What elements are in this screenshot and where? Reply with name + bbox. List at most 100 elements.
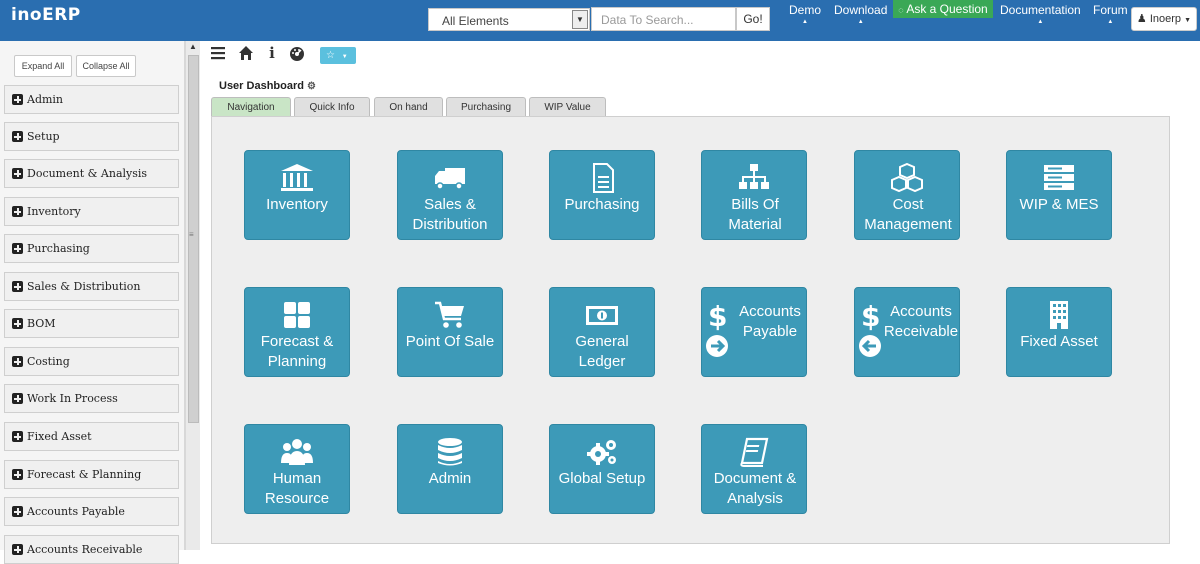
caret-up-icon: ▲ bbox=[802, 19, 808, 25]
tile-forecast-planning[interactable]: Forecast & Planning bbox=[244, 287, 350, 377]
sidebar-item-label: Work In Process bbox=[27, 392, 118, 405]
sidebar-item-purchasing[interactable]: Purchasing bbox=[4, 234, 179, 263]
plus-square-icon bbox=[12, 94, 23, 105]
nav-forum[interactable]: Forum ▲ bbox=[1093, 3, 1128, 25]
sidebar-item-label: Forecast & Planning bbox=[27, 468, 142, 481]
sidebar-item-setup[interactable]: Setup bbox=[4, 122, 179, 151]
sidebar-item-forecast-planning[interactable]: Forecast & Planning bbox=[4, 460, 179, 489]
nav-documentation[interactable]: Documentation ▲ bbox=[1000, 3, 1081, 25]
tab-wip-value[interactable]: WIP Value bbox=[529, 97, 606, 117]
sidebar-item-label: Purchasing bbox=[27, 242, 90, 255]
document-icon bbox=[593, 163, 614, 193]
plus-square-icon bbox=[12, 131, 23, 142]
dollar-arrow-left-icon: $ bbox=[859, 300, 881, 357]
scroll-up-icon[interactable]: ▲ bbox=[189, 42, 197, 51]
tile-accounts-payable[interactable]: $ Accounts Payable bbox=[701, 287, 807, 377]
tile-label: General Ledger bbox=[575, 333, 629, 370]
tile-label: Accounts Payable bbox=[739, 303, 801, 340]
tile-point-of-sale[interactable]: Point Of Sale bbox=[397, 287, 503, 377]
user-menu-button[interactable]: ♟ Inoerp ▼ bbox=[1131, 7, 1197, 31]
sidebar-item-bom[interactable]: BOM bbox=[4, 309, 179, 338]
money-icon bbox=[586, 306, 618, 325]
grid-icon bbox=[284, 302, 310, 328]
tile-cost-management[interactable]: Cost Management bbox=[854, 150, 960, 240]
tile-label: Forecast & Planning bbox=[260, 333, 334, 370]
book-icon bbox=[740, 437, 769, 467]
search-category-select[interactable]: All Elements ▼ bbox=[428, 8, 590, 31]
tile-bills-of-material[interactable]: Bills Of Material bbox=[701, 150, 807, 240]
sidebar-item-fixed-asset[interactable]: Fixed Asset bbox=[4, 422, 179, 451]
page-title-text: User Dashboard bbox=[219, 80, 304, 92]
sidebar-item-inventory[interactable]: Inventory bbox=[4, 197, 179, 226]
sidebar-item-costing[interactable]: Costing bbox=[4, 347, 179, 376]
comments-icon: ◌ bbox=[898, 5, 904, 15]
ask-question-button[interactable]: ◌ Ask a Question bbox=[893, 0, 993, 18]
tile-document-analysis[interactable]: Document & Analysis bbox=[701, 424, 807, 514]
tile-label: Fixed Asset bbox=[1020, 333, 1098, 350]
nav-download[interactable]: Download ▲ bbox=[834, 3, 887, 25]
plus-square-icon bbox=[12, 206, 23, 217]
tile-admin[interactable]: Admin bbox=[397, 424, 503, 514]
caret-down-icon: ▼ bbox=[341, 54, 348, 60]
ask-question-label: Ask a Question bbox=[906, 2, 988, 16]
search-category-value: All Elements bbox=[442, 14, 509, 28]
sidebar-item-label: Admin bbox=[27, 93, 64, 106]
tile-label: Inventory bbox=[266, 196, 328, 213]
tile-label: Cost Management bbox=[864, 196, 952, 233]
server-icon bbox=[1044, 165, 1074, 190]
sidebar-item-label: Sales & Distribution bbox=[27, 280, 141, 293]
nav-forum-label: Forum bbox=[1093, 3, 1128, 17]
sidebar-scrollbar[interactable]: ▲ ≡ bbox=[185, 41, 200, 550]
search-input[interactable]: Data To Search... bbox=[591, 7, 736, 31]
gears-icon bbox=[587, 440, 616, 465]
sidebar-item-accounts-payable[interactable]: Accounts Payable bbox=[4, 497, 179, 526]
grip-icon: ≡ bbox=[189, 230, 194, 239]
caret-down-icon: ▼ bbox=[1184, 17, 1192, 24]
plus-square-icon bbox=[12, 469, 23, 480]
go-button[interactable]: Go! bbox=[736, 7, 770, 31]
tile-human-resource[interactable]: Human Resource bbox=[244, 424, 350, 514]
tab-navigation[interactable]: Navigation bbox=[211, 97, 291, 117]
sidebar-item-document-analysis[interactable]: Document & Analysis bbox=[4, 159, 179, 188]
gear-icon[interactable]: ⚙ bbox=[307, 81, 316, 92]
tile-inventory[interactable]: Inventory bbox=[244, 150, 350, 240]
tile-fixed-asset[interactable]: Fixed Asset bbox=[1006, 287, 1112, 377]
sidebar-item-label: Setup bbox=[27, 130, 60, 143]
sidebar-item-work-in-process[interactable]: Work In Process bbox=[4, 384, 179, 413]
tile-global-setup[interactable]: Global Setup bbox=[549, 424, 655, 514]
tile-accounts-receivable[interactable]: $ Accounts Receivable bbox=[854, 287, 960, 377]
tile-label: Purchasing bbox=[564, 196, 640, 213]
tab-purchasing[interactable]: Purchasing bbox=[446, 97, 526, 117]
brand-logo[interactable]: inoERP bbox=[11, 5, 81, 25]
star-icon: ☆ bbox=[326, 50, 335, 61]
nav-demo[interactable]: Demo ▲ bbox=[789, 3, 821, 25]
tab-on-hand[interactable]: On hand bbox=[374, 97, 443, 117]
expand-all-button[interactable]: Expand All bbox=[14, 55, 72, 77]
sidebar-item-label: Accounts Payable bbox=[27, 505, 125, 518]
info-icon[interactable]: i bbox=[264, 45, 280, 61]
tab-quick-info[interactable]: Quick Info bbox=[294, 97, 370, 117]
caret-up-icon: ▲ bbox=[857, 19, 864, 25]
tile-purchasing[interactable]: Purchasing bbox=[549, 150, 655, 240]
cart-icon bbox=[435, 301, 464, 328]
tile-label: Global Setup bbox=[558, 470, 646, 487]
top-navbar: inoERP All Elements ▼ Data To Search... … bbox=[0, 0, 1200, 41]
tile-general-ledger[interactable]: General Ledger bbox=[549, 287, 655, 377]
chevron-down-icon[interactable]: ▼ bbox=[572, 10, 588, 29]
favorites-button[interactable]: ☆ ▼ bbox=[320, 47, 356, 64]
plus-square-icon bbox=[12, 168, 23, 179]
sidebar-item-sales-distribution[interactable]: Sales & Distribution bbox=[4, 272, 179, 301]
tile-label: Sales & Distribution bbox=[412, 196, 488, 233]
tile-label: Document & Analysis bbox=[713, 470, 797, 507]
scrollbar-thumb[interactable] bbox=[188, 55, 199, 423]
collapse-all-button[interactable]: Collapse All bbox=[76, 55, 136, 77]
sidebar-item-admin[interactable]: Admin bbox=[4, 85, 179, 114]
home-icon[interactable] bbox=[238, 45, 254, 61]
tile-label: Human Resource bbox=[264, 470, 330, 507]
menu-icon[interactable] bbox=[210, 45, 226, 61]
dashboard-icon[interactable] bbox=[289, 45, 305, 61]
tile-wip-mes[interactable]: WIP & MES bbox=[1006, 150, 1112, 240]
tile-sales-distribution[interactable]: Sales & Distribution bbox=[397, 150, 503, 240]
svg-text:$: $ bbox=[708, 300, 727, 333]
bank-icon bbox=[281, 164, 313, 191]
